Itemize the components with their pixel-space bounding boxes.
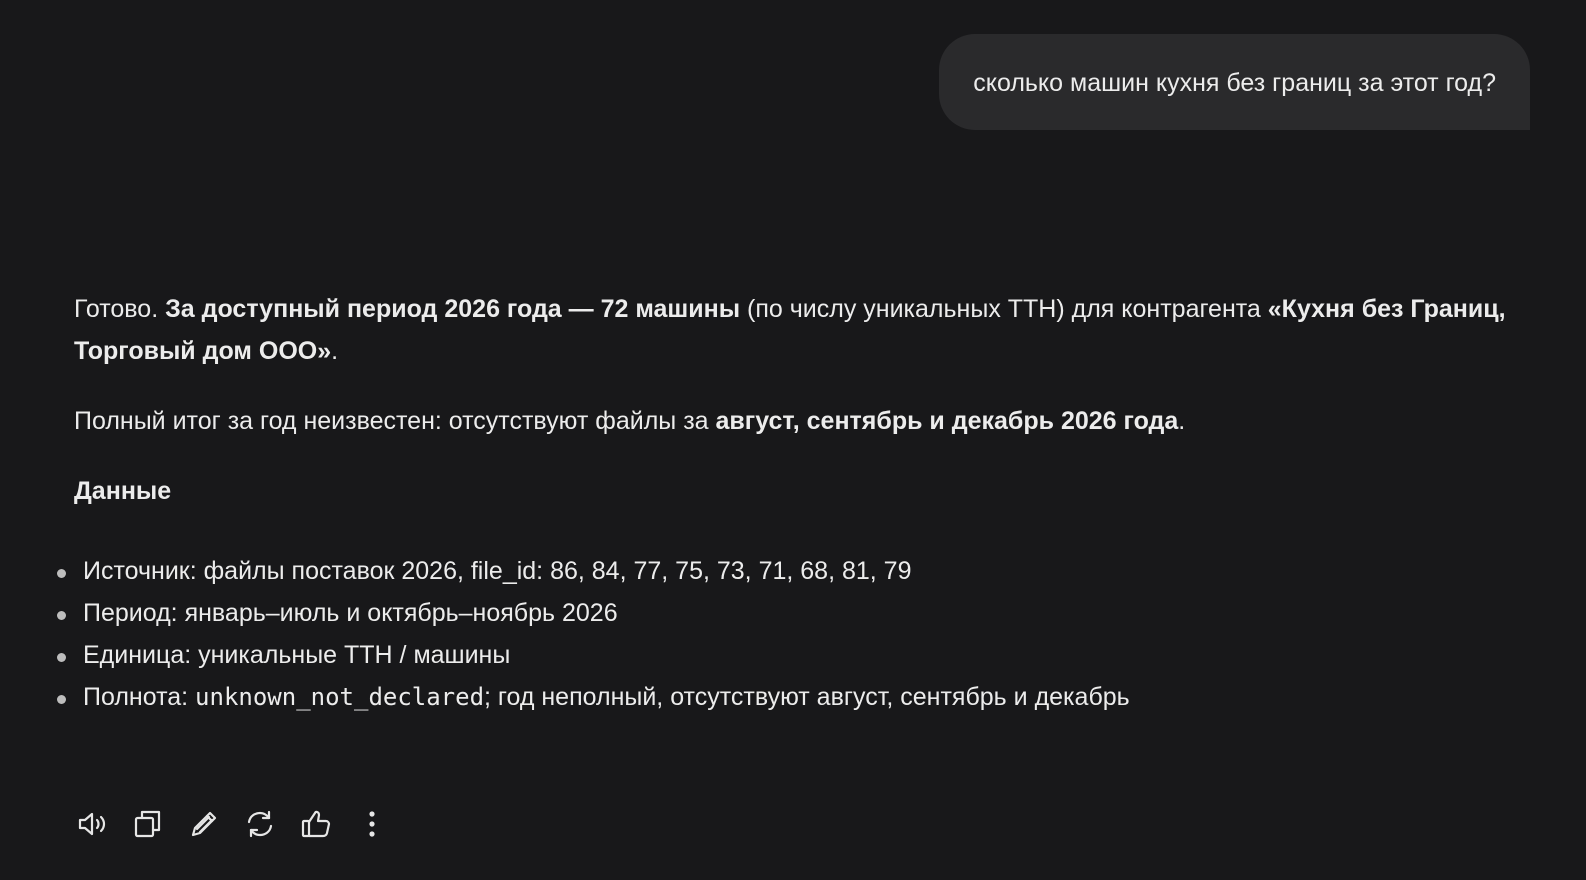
assistant-message: Готово. За доступный период 2026 года — … xyxy=(57,288,1514,718)
user-message-bubble: сколько машин кухня без границ за этот г… xyxy=(939,34,1530,130)
note-bold-1: август, сентябрь и декабрь 2026 года xyxy=(715,407,1179,435)
data-section-heading: Данные xyxy=(74,477,172,505)
list-item-source: Источник: файлы поставок 2026, file_id: … xyxy=(57,550,1514,592)
edit-icon xyxy=(191,811,217,837)
summary-text-2: (по числу уникальных ТТН) для контрагент… xyxy=(740,295,1268,323)
thumbs-up-icon xyxy=(301,810,331,838)
regenerate-button[interactable] xyxy=(242,800,278,848)
like-button[interactable] xyxy=(298,800,334,848)
read-aloud-button[interactable] xyxy=(74,800,110,848)
chat-view: сколько машин кухня без границ за этот г… xyxy=(0,0,1586,880)
note-text-1: Полный итог за год неизвестен: отсутству… xyxy=(74,407,716,435)
data-list: Источник: файлы поставок 2026, file_id: … xyxy=(57,550,1514,718)
regenerate-icon xyxy=(247,810,273,838)
completeness-code: unknown_not_declared xyxy=(195,683,485,711)
note-text-2: . xyxy=(1178,407,1186,435)
copy-icon xyxy=(134,810,161,838)
completeness-prefix: Полнота: xyxy=(83,683,196,711)
completeness-suffix: ; год неполный, отсутствуют август, сент… xyxy=(484,683,1130,711)
speaker-icon xyxy=(78,812,106,836)
more-icon xyxy=(369,811,375,837)
list-item-unit: Единица: уникальные ТТН / машины xyxy=(57,634,1514,676)
summary-bold-1: За доступный период 2026 года — 72 машин… xyxy=(165,295,741,323)
list-item-completeness: Полнота: unknown_not_declared; год непол… xyxy=(57,676,1514,718)
summary-text-3: . xyxy=(331,337,339,365)
copy-button[interactable] xyxy=(130,800,166,848)
summary-text-1: Готово. xyxy=(74,295,166,323)
edit-button[interactable] xyxy=(186,800,222,848)
user-message-text: сколько машин кухня без границ за этот г… xyxy=(973,69,1496,97)
more-options-button[interactable] xyxy=(354,800,390,848)
assistant-note-paragraph: Полный итог за год неизвестен: отсутству… xyxy=(74,400,1514,442)
assistant-summary-paragraph: Готово. За доступный период 2026 года — … xyxy=(74,288,1514,372)
message-actions-toolbar xyxy=(74,800,390,848)
list-item-period: Период: январь–июль и октябрь–ноябрь 202… xyxy=(57,592,1514,634)
